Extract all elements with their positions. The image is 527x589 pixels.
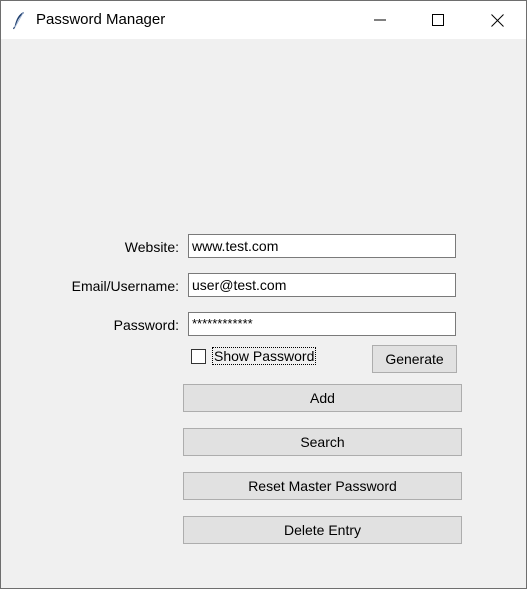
- show-password-label[interactable]: Show Password: [212, 347, 317, 365]
- minimize-icon: [374, 19, 386, 21]
- add-button[interactable]: Add: [183, 384, 462, 412]
- close-icon: [490, 13, 504, 27]
- feather-icon: [9, 10, 29, 30]
- title-bar[interactable]: Password Manager: [1, 1, 526, 39]
- website-field[interactable]: www.test.com: [188, 234, 456, 258]
- password-label: Password:: [113, 317, 179, 333]
- maximize-button[interactable]: [409, 1, 467, 39]
- password-field[interactable]: ************: [188, 312, 456, 336]
- close-button[interactable]: [468, 1, 526, 39]
- delete-entry-button[interactable]: Delete Entry: [183, 516, 462, 544]
- search-button[interactable]: Search: [183, 428, 462, 456]
- window-title: Password Manager: [36, 11, 166, 28]
- email-field[interactable]: user@test.com: [188, 273, 456, 297]
- app-window: Password Manager Website: www.test.com E…: [0, 0, 527, 589]
- show-password-checkbox[interactable]: [191, 349, 206, 364]
- generate-button[interactable]: Generate: [372, 345, 457, 373]
- website-label: Website:: [124, 239, 179, 255]
- maximize-icon: [432, 14, 444, 26]
- minimize-button[interactable]: [351, 1, 409, 39]
- email-label: Email/Username:: [71, 278, 179, 294]
- reset-master-password-button[interactable]: Reset Master Password: [183, 472, 462, 500]
